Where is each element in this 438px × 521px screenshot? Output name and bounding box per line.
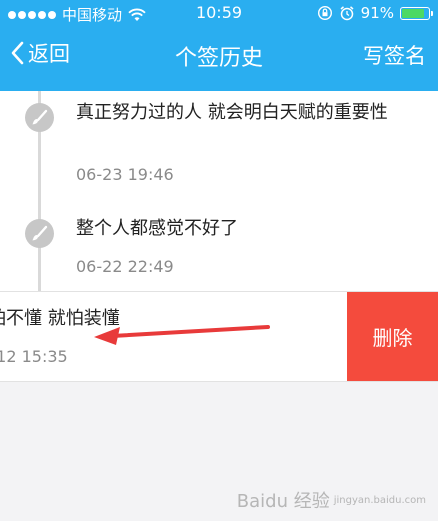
watermark-text: Baidu 经验	[236, 491, 330, 512]
battery-percent: 91%	[360, 4, 394, 22]
empty-area: Baidu 经验 jingyan.baidu.com	[0, 382, 438, 521]
delete-button[interactable]: 删除	[347, 292, 438, 381]
status-bar: 中国移动 10:59 91%	[0, 0, 438, 26]
brush-icon	[25, 219, 54, 248]
battery-icon	[400, 6, 433, 20]
top-bar: 中国移动 10:59 91% 返回 个签历史 写签名	[0, 0, 438, 91]
history-time: 06-23 19:46	[76, 165, 174, 184]
watermark: Baidu 经验 jingyan.baidu.com	[237, 487, 426, 513]
lock-rotation-icon	[317, 5, 332, 21]
write-signature-button[interactable]: 写签名	[363, 40, 426, 70]
alarm-icon	[340, 6, 354, 21]
history-text: 真正努力过的人 就会明白天赋的重要性	[76, 102, 388, 123]
nav-bar: 返回 个签历史 写签名	[0, 26, 438, 82]
status-right: 91%	[317, 4, 433, 22]
history-time: 06-12 15:35	[0, 347, 68, 366]
history-text: 整个人都感觉不好了	[76, 218, 238, 239]
history-item[interactable]: 真正努力过的人 就会明白天赋的重要性 06-23 19:46	[0, 91, 438, 201]
history-item[interactable]: 整个人都感觉不好了 06-22 22:49	[0, 201, 438, 291]
brush-icon	[25, 103, 54, 132]
history-time: 06-22 22:49	[76, 257, 174, 276]
battery-fill	[402, 8, 424, 18]
swipe-arrow-icon	[94, 325, 270, 345]
watermark-sub: jingyan.baidu.com	[333, 494, 426, 506]
